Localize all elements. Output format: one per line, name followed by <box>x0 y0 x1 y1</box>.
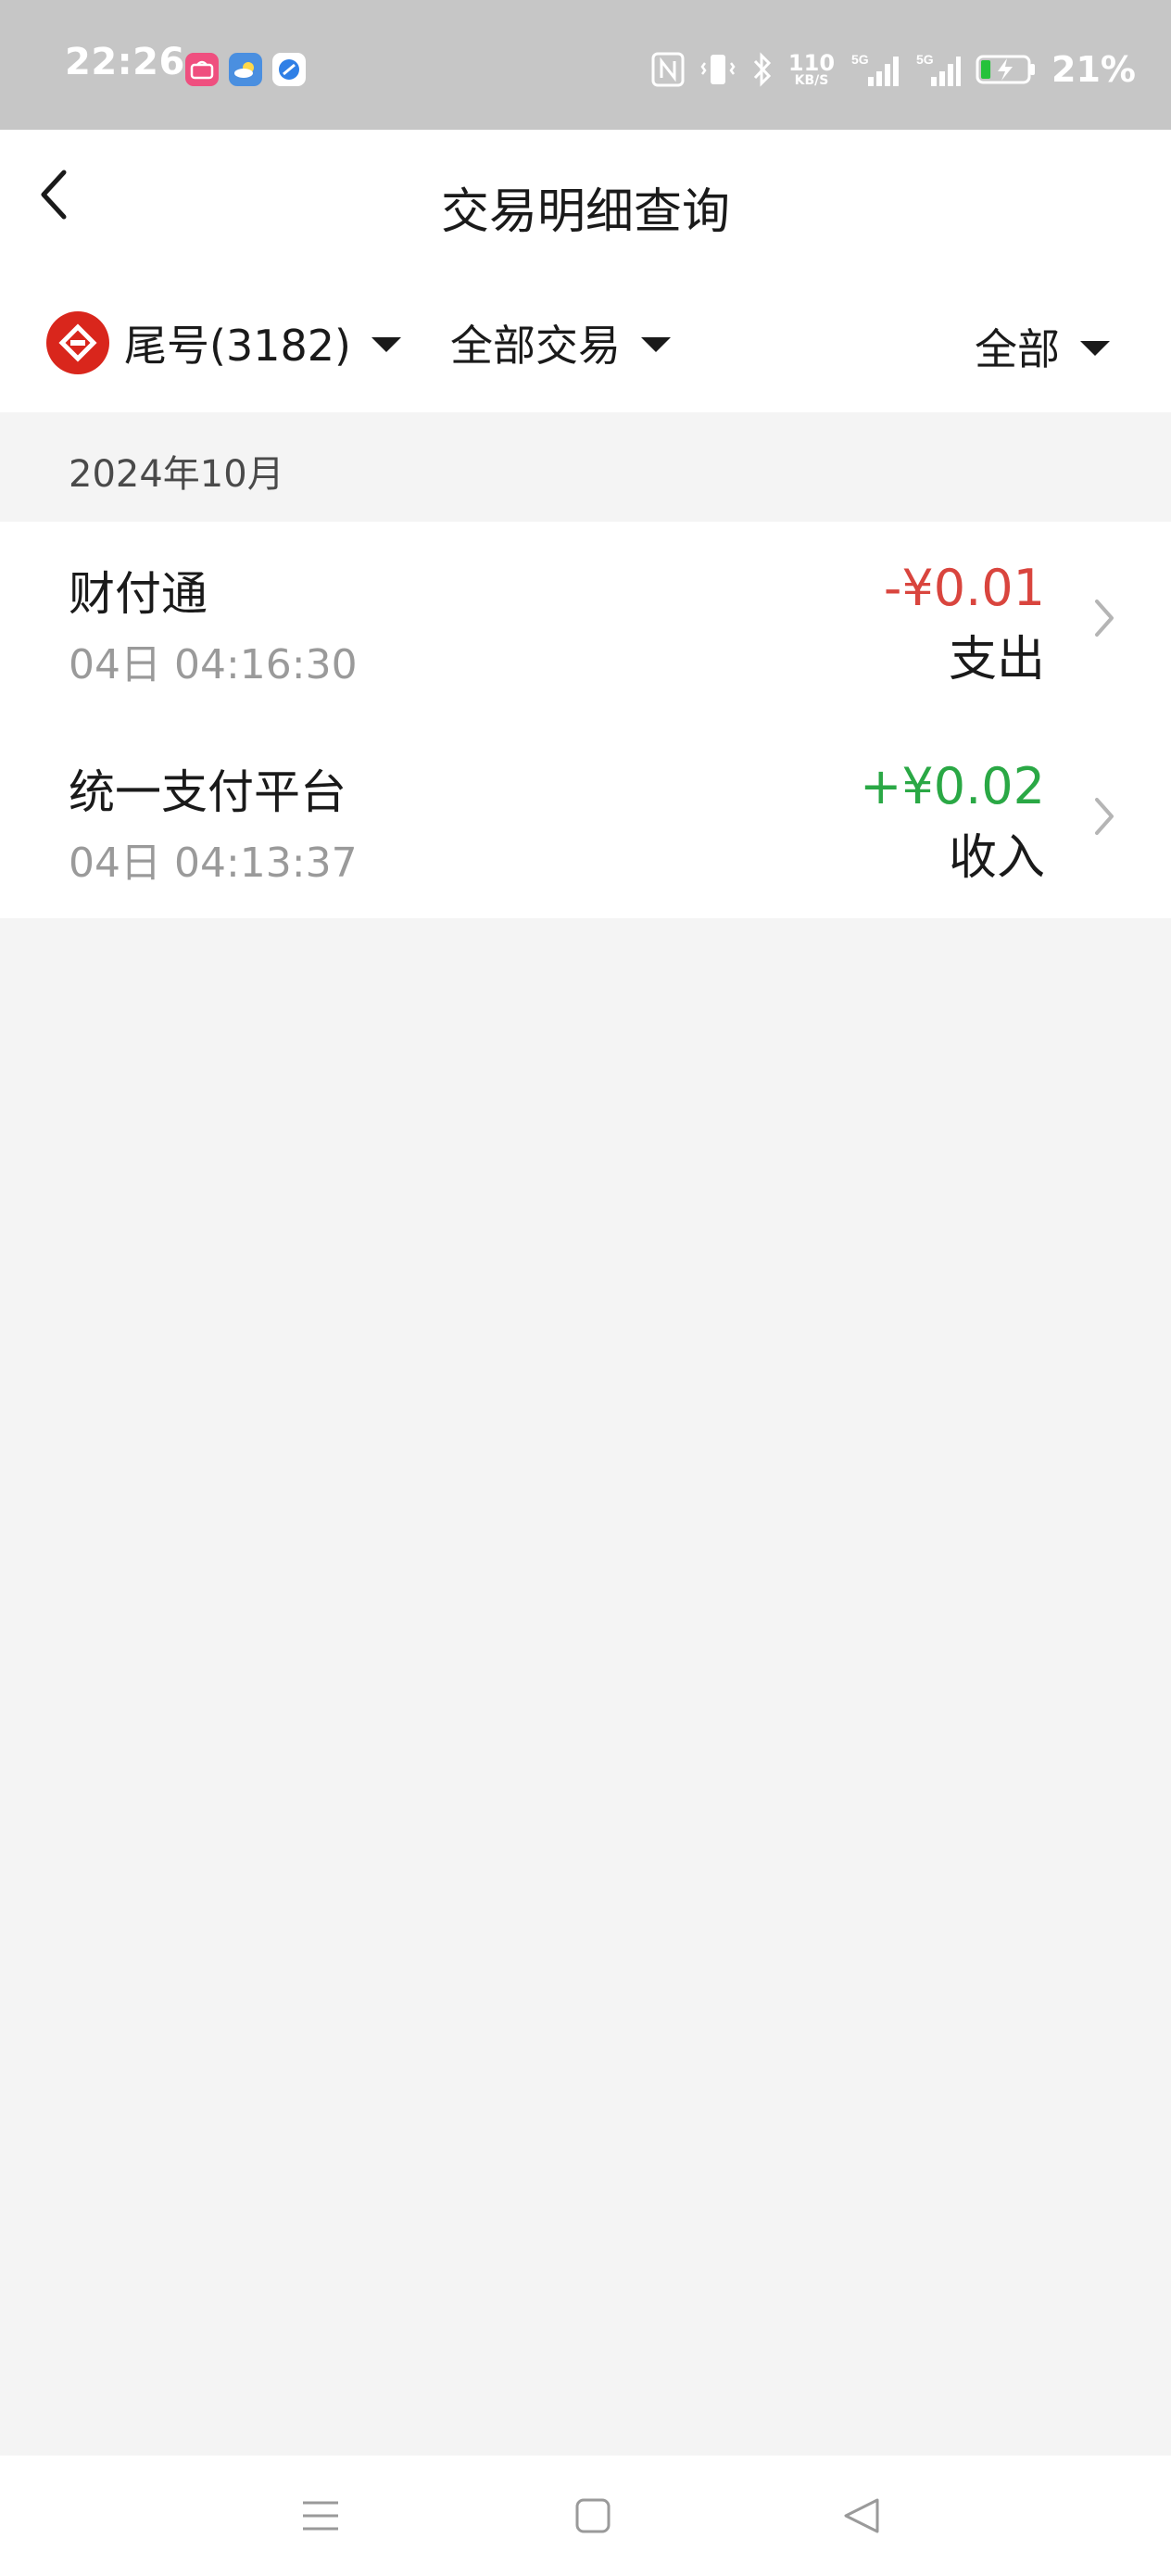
home-square-icon <box>575 2498 611 2533</box>
battery-percent: 21% <box>1051 49 1136 90</box>
transaction-merchant: 统一支付平台 <box>69 765 346 819</box>
signal-5g-icon: 5G <box>916 52 962 86</box>
net-speed-unit: KB/S <box>794 73 829 88</box>
transaction-row[interactable]: 统一支付平台 04日 04:13:37 +¥0.02 收入 <box>0 720 1171 918</box>
svg-text:5G: 5G <box>916 52 934 67</box>
signal-5g-icon: 5G <box>851 52 900 86</box>
status-bar: 22:26 110 KB/S 5G 5G 21% <box>0 0 1171 130</box>
battery-icon <box>976 55 1036 84</box>
transaction-type-label: 全部交易 <box>450 321 621 371</box>
transaction-list: 财付通 04日 04:16:30 -¥0.01 支出 统一支付平台 04日 04… <box>0 522 1171 918</box>
bluetooth-icon <box>753 52 772 87</box>
account-filter-label: 尾号(3182) <box>124 321 351 371</box>
transaction-amount: -¥0.01 <box>883 559 1045 617</box>
direction-filter[interactable]: 全部 <box>975 309 1110 384</box>
caret-down-icon <box>641 337 671 352</box>
svg-text:5G: 5G <box>851 52 869 67</box>
month-label: 2024年10月 <box>69 453 284 496</box>
direction-filter-label: 全部 <box>975 324 1060 374</box>
chevron-right-icon <box>1086 790 1123 842</box>
net-speed-value: 110 <box>787 50 836 76</box>
transaction-type: 收入 <box>948 830 1045 886</box>
network-speed-icon: 110 KB/S <box>788 52 835 87</box>
bank-logo-icon <box>46 311 109 374</box>
transaction-type-filter[interactable]: 全部交易 <box>450 306 671 380</box>
caret-down-icon <box>371 337 401 352</box>
back-nav-button[interactable] <box>825 2483 899 2548</box>
home-button[interactable] <box>556 2483 630 2548</box>
weather-app-icon <box>229 53 262 86</box>
caret-down-icon <box>1080 341 1110 356</box>
transaction-time: 04日 04:13:37 <box>69 840 358 887</box>
chevron-right-icon <box>1086 592 1123 644</box>
browser-app-icon <box>272 53 306 86</box>
transaction-type: 支出 <box>948 632 1045 688</box>
status-indicators: 110 KB/S 5G 5G 21% <box>651 44 1136 95</box>
back-triangle-icon <box>844 2498 879 2533</box>
vibrate-icon <box>700 55 736 84</box>
menu-button[interactable] <box>283 2483 358 2548</box>
status-time: 22:26 <box>65 41 185 83</box>
transaction-row[interactable]: 财付通 04日 04:16:30 -¥0.01 支出 <box>0 522 1171 720</box>
shopping-app-icon <box>185 53 219 86</box>
account-filter[interactable]: 尾号(3182) <box>46 306 401 380</box>
page-title: 交易明细查询 <box>440 184 730 240</box>
menu-icon <box>303 2501 338 2531</box>
transaction-time: 04日 04:16:30 <box>69 641 358 688</box>
system-navigation-bar <box>0 2456 1171 2576</box>
month-section-header: 2024年10月 <box>0 412 1171 522</box>
nfc-icon <box>651 52 685 87</box>
transaction-amount: +¥0.02 <box>860 757 1045 815</box>
transaction-merchant: 财付通 <box>69 567 208 621</box>
page-header: 交易明细查询 尾号(3182) 全部交易 全部 <box>0 130 1171 412</box>
